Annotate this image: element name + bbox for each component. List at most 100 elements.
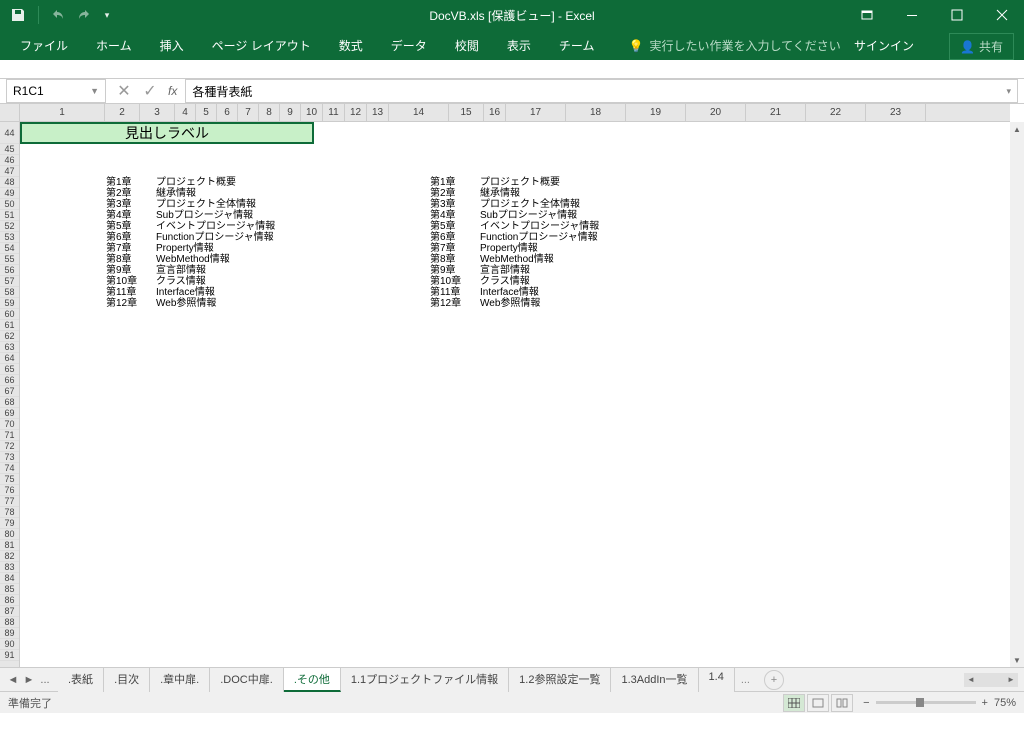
save-icon[interactable]: [10, 7, 26, 23]
nav-ellipsis-end[interactable]: ...: [735, 674, 756, 686]
heading-label-cell[interactable]: 見出しラベル: [20, 122, 314, 144]
row-header[interactable]: 88: [0, 617, 19, 628]
col-header[interactable]: 20: [686, 104, 746, 121]
sign-in[interactable]: サインイン: [844, 31, 924, 60]
hscroll-right-icon[interactable]: ►: [1004, 673, 1018, 687]
row-headers[interactable]: 4445464748495051525354555657585960616263…: [0, 122, 20, 667]
tab-team[interactable]: チーム: [545, 31, 609, 60]
zoom-slider[interactable]: [876, 701, 976, 704]
row-header[interactable]: 61: [0, 320, 19, 331]
share-button[interactable]: 👤 共有: [949, 33, 1014, 60]
row-header[interactable]: 64: [0, 353, 19, 364]
tab-insert[interactable]: 挿入: [146, 31, 198, 60]
column-headers[interactable]: 1234567891011121314151617181920212223: [20, 104, 1010, 122]
nav-ellipsis[interactable]: ...: [38, 674, 52, 686]
fx-icon[interactable]: fx: [168, 84, 177, 98]
file-tab[interactable]: ファイル: [6, 31, 82, 60]
row-header[interactable]: 85: [0, 584, 19, 595]
scroll-up-icon[interactable]: ▲: [1010, 122, 1024, 136]
sheet-tab[interactable]: 1.2参照設定一覧: [509, 668, 611, 692]
hscroll-track[interactable]: [978, 673, 1004, 687]
tab-formulas[interactable]: 数式: [325, 31, 377, 60]
tab-home[interactable]: ホーム: [82, 31, 146, 60]
page-layout-view-icon[interactable]: [807, 694, 829, 712]
col-header[interactable]: 6: [217, 104, 238, 121]
row-header[interactable]: 82: [0, 551, 19, 562]
row-header[interactable]: 77: [0, 496, 19, 507]
row-header[interactable]: 66: [0, 375, 19, 386]
qat-dropdown-icon[interactable]: ▾: [99, 7, 115, 23]
row-header[interactable]: 48: [0, 177, 19, 188]
sheet-tab[interactable]: 1.1プロジェクトファイル情報: [341, 668, 509, 692]
row-header[interactable]: 49: [0, 188, 19, 199]
sheet-nav[interactable]: ◄ ► ...: [0, 674, 58, 686]
page-break-view-icon[interactable]: [831, 694, 853, 712]
col-header[interactable]: 13: [367, 104, 389, 121]
vertical-scrollbar[interactable]: ▲ ▼: [1010, 122, 1024, 667]
hscroll-left-icon[interactable]: ◄: [964, 673, 978, 687]
row-header[interactable]: 47: [0, 166, 19, 177]
row-header[interactable]: 44: [0, 122, 19, 144]
zoom-thumb[interactable]: [916, 698, 924, 707]
col-header[interactable]: 8: [259, 104, 280, 121]
row-header[interactable]: 72: [0, 441, 19, 452]
zoom-out-icon[interactable]: −: [863, 697, 869, 709]
maximize-icon[interactable]: [934, 0, 979, 30]
row-header[interactable]: 57: [0, 276, 19, 287]
select-all-corner[interactable]: [0, 104, 20, 122]
row-header[interactable]: 60: [0, 309, 19, 320]
expand-formula-bar-icon[interactable]: ▾: [1006, 86, 1011, 97]
col-header[interactable]: 16: [484, 104, 506, 121]
row-header[interactable]: 75: [0, 474, 19, 485]
row-header[interactable]: 76: [0, 485, 19, 496]
ribbon-display-options-icon[interactable]: [844, 0, 889, 30]
row-header[interactable]: 52: [0, 221, 19, 232]
tab-page-layout[interactable]: ページ レイアウト: [198, 31, 325, 60]
col-header[interactable]: 5: [196, 104, 217, 121]
nav-prev-icon[interactable]: ◄: [6, 674, 20, 686]
row-header[interactable]: 51: [0, 210, 19, 221]
undo-icon[interactable]: [51, 7, 67, 23]
col-header[interactable]: 14: [389, 104, 449, 121]
row-header[interactable]: 74: [0, 463, 19, 474]
row-header[interactable]: 56: [0, 265, 19, 276]
sheet-tab[interactable]: 1.3AddIn一覧: [611, 668, 698, 692]
row-header[interactable]: 71: [0, 430, 19, 441]
row-header[interactable]: 79: [0, 518, 19, 529]
col-header[interactable]: 15: [449, 104, 484, 121]
close-icon[interactable]: [979, 0, 1024, 30]
col-header[interactable]: 9: [280, 104, 301, 121]
row-header[interactable]: 73: [0, 452, 19, 463]
col-header[interactable]: 23: [866, 104, 926, 121]
row-header[interactable]: 62: [0, 331, 19, 342]
col-header[interactable]: 18: [566, 104, 626, 121]
col-header[interactable]: 10: [301, 104, 323, 121]
tell-me[interactable]: 💡 実行したい作業を入力してください: [618, 31, 850, 60]
row-header[interactable]: 70: [0, 419, 19, 430]
name-box[interactable]: R1C1 ▼: [6, 79, 106, 103]
row-header[interactable]: 86: [0, 595, 19, 606]
sheet-tab[interactable]: .表紙: [58, 668, 104, 692]
add-sheet-icon[interactable]: +: [764, 670, 784, 690]
row-header[interactable]: 89: [0, 628, 19, 639]
row-header[interactable]: 69: [0, 408, 19, 419]
sheet-tab[interactable]: 1.4: [699, 668, 735, 692]
row-header[interactable]: 80: [0, 529, 19, 540]
tab-review[interactable]: 校閲: [441, 31, 493, 60]
row-header[interactable]: 53: [0, 232, 19, 243]
row-header[interactable]: 78: [0, 507, 19, 518]
col-header[interactable]: 17: [506, 104, 566, 121]
horizontal-scrollbar[interactable]: ◄ ►: [964, 673, 1018, 687]
row-header[interactable]: 45: [0, 144, 19, 155]
row-header[interactable]: 67: [0, 386, 19, 397]
row-header[interactable]: 63: [0, 342, 19, 353]
col-header[interactable]: 11: [323, 104, 345, 121]
col-header[interactable]: 2: [105, 104, 140, 121]
col-header[interactable]: 7: [238, 104, 259, 121]
row-header[interactable]: 54: [0, 243, 19, 254]
scroll-track[interactable]: [1010, 136, 1024, 653]
tab-view[interactable]: 表示: [493, 31, 545, 60]
row-header[interactable]: 91: [0, 650, 19, 661]
row-header[interactable]: 87: [0, 606, 19, 617]
formula-bar[interactable]: 各種背表紙 ▾: [185, 79, 1018, 103]
